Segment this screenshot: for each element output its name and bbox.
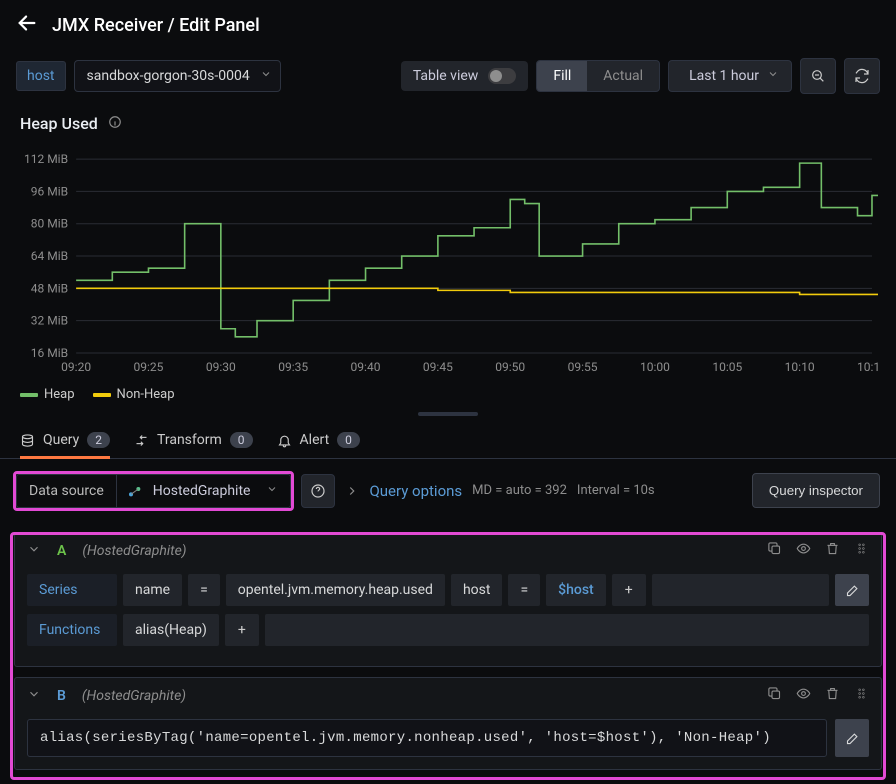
tag-eq: = xyxy=(188,574,220,606)
tab-alert[interactable]: Alert 0 xyxy=(277,432,360,458)
svg-text:112 MiB: 112 MiB xyxy=(24,152,68,166)
chevron-down-icon xyxy=(260,68,272,84)
tab-alert-count: 0 xyxy=(337,432,360,448)
zoom-out-button[interactable] xyxy=(800,58,836,94)
query-ds-hint: (HostedGraphite) xyxy=(82,688,186,704)
tab-query-label: Query xyxy=(43,432,79,448)
functions-label: Functions xyxy=(27,614,117,646)
query-row-B: B (HostedGraphite) alias(seriesByTag('na… xyxy=(14,677,882,770)
tag-value-host[interactable]: $host xyxy=(546,574,606,606)
tab-transform[interactable]: Transform 0 xyxy=(134,432,253,458)
datasource-name: HostedGraphite xyxy=(153,483,251,499)
legend-item[interactable]: Non-Heap xyxy=(93,387,175,402)
time-range-label: Last 1 hour xyxy=(689,68,759,84)
tag-key-host[interactable]: host xyxy=(451,574,503,606)
resize-handle[interactable] xyxy=(0,412,896,418)
datasource-label: Data source xyxy=(16,474,117,508)
chart-legend: Heap Non-Heap xyxy=(0,385,896,408)
query-meta-interval: Interval = 10s xyxy=(577,483,655,498)
legend-item[interactable]: Heap xyxy=(20,387,75,402)
chevron-down-icon xyxy=(767,68,779,84)
tab-transform-label: Transform xyxy=(157,432,222,448)
panel-title: Heap Used xyxy=(20,114,98,133)
chart: 16 MiB 32 MiB 48 MiB 64 MiB 80 MiB 96 MiB 112 … xyxy=(0,137,896,385)
function-token[interactable]: alias(Heap) xyxy=(123,614,219,646)
svg-text:09:25: 09:25 xyxy=(134,360,164,374)
svg-text:09:55: 09:55 xyxy=(568,360,598,374)
datasource-picker[interactable]: HostedGraphite xyxy=(117,474,292,508)
edit-raw-toggle[interactable] xyxy=(835,574,869,606)
svg-text:09:50: 09:50 xyxy=(495,360,525,374)
chevron-down-icon xyxy=(266,483,278,499)
tag-key-name[interactable]: name xyxy=(123,574,182,606)
svg-text:10:10: 10:10 xyxy=(785,360,815,374)
tag-eq: = xyxy=(508,574,540,606)
query-ds-hint: (HostedGraphite) xyxy=(82,543,186,559)
drag-handle-icon[interactable] xyxy=(854,541,869,560)
tab-transform-count: 0 xyxy=(230,432,253,448)
eye-icon[interactable] xyxy=(796,541,811,560)
svg-text:10:05: 10:05 xyxy=(712,360,742,374)
svg-text:09:30: 09:30 xyxy=(206,360,236,374)
variable-host-badge[interactable]: host xyxy=(16,61,66,91)
time-range-picker[interactable]: Last 1 hour xyxy=(668,60,792,92)
add-tag-button[interactable]: + xyxy=(612,574,646,606)
add-function-button[interactable]: + xyxy=(225,614,259,646)
query-row-A: A (HostedGraphite) Series name = opentel… xyxy=(14,532,882,667)
display-mode-segment[interactable]: Fill Actual xyxy=(536,60,660,92)
tag-value-metric[interactable]: opentel.jvm.memory.heap.used xyxy=(226,574,445,606)
copy-icon[interactable] xyxy=(767,541,782,560)
svg-text:32 MiB: 32 MiB xyxy=(31,314,68,328)
svg-text:16 MiB: 16 MiB xyxy=(31,346,68,360)
svg-text:10:15: 10:15 xyxy=(857,360,878,374)
seg-actual[interactable]: Actual xyxy=(587,61,659,91)
svg-text:09:40: 09:40 xyxy=(351,360,381,374)
tab-query-count: 2 xyxy=(87,432,110,448)
drag-handle-icon[interactable] xyxy=(854,686,869,705)
table-view-toggle[interactable]: Table view xyxy=(401,61,529,91)
table-view-label: Table view xyxy=(413,68,479,84)
variable-host-value: sandbox-gorgon-30s-0004 xyxy=(87,68,250,84)
svg-text:10:00: 10:00 xyxy=(640,360,670,374)
datasource-help-button[interactable] xyxy=(301,474,335,508)
svg-text:64 MiB: 64 MiB xyxy=(31,249,68,263)
toggle-icon xyxy=(488,68,516,84)
tab-query[interactable]: Query 2 xyxy=(20,432,110,458)
trash-icon[interactable] xyxy=(825,541,840,560)
seg-fill[interactable]: Fill xyxy=(537,61,587,91)
chevron-right-icon[interactable] xyxy=(345,484,359,498)
series-label: Series xyxy=(27,574,117,606)
svg-text:09:45: 09:45 xyxy=(423,360,453,374)
breadcrumb: JMX Receiver / Edit Panel xyxy=(52,15,260,36)
query-letter: A xyxy=(57,543,66,559)
eye-icon[interactable] xyxy=(796,686,811,705)
raw-query-input[interactable]: alias(seriesByTag('name=opentel.jvm.memo… xyxy=(27,719,827,757)
svg-text:96 MiB: 96 MiB xyxy=(31,184,68,198)
edit-raw-toggle[interactable] xyxy=(835,719,869,757)
chevron-down-icon[interactable] xyxy=(27,542,41,560)
svg-text:80 MiB: 80 MiB xyxy=(31,217,68,231)
refresh-button[interactable] xyxy=(844,58,880,94)
svg-text:09:35: 09:35 xyxy=(278,360,308,374)
variable-host-dropdown[interactable]: sandbox-gorgon-30s-0004 xyxy=(74,60,281,92)
chevron-down-icon[interactable] xyxy=(27,687,41,705)
svg-text:48 MiB: 48 MiB xyxy=(31,281,68,295)
copy-icon[interactable] xyxy=(767,686,782,705)
query-options-link[interactable]: Query options xyxy=(369,482,462,500)
back-icon[interactable] xyxy=(16,12,38,38)
query-meta-md: MD = auto = 392 xyxy=(472,483,567,498)
query-inspector-button[interactable]: Query inspector xyxy=(752,473,880,508)
datasource-logo-icon xyxy=(127,483,143,499)
query-letter: B xyxy=(57,688,66,704)
tab-alert-label: Alert xyxy=(300,432,330,448)
info-icon[interactable] xyxy=(108,115,122,133)
svg-text:09:20: 09:20 xyxy=(61,360,91,374)
trash-icon[interactable] xyxy=(825,686,840,705)
